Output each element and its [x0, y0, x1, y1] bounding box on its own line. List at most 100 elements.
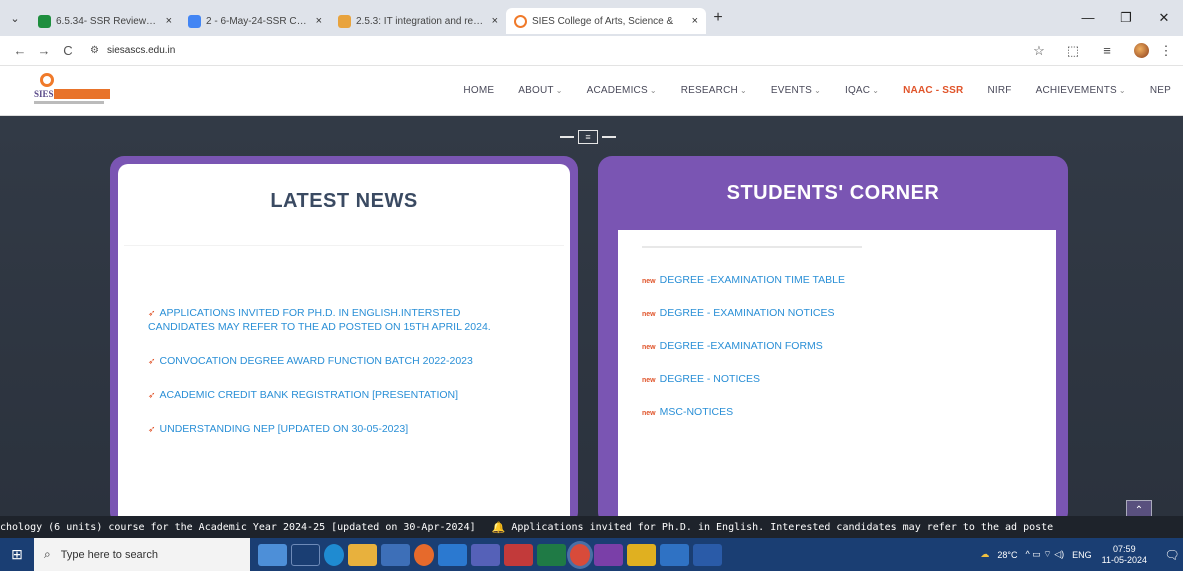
close-icon[interactable]: ×: [492, 15, 498, 27]
divider-line: [560, 136, 574, 138]
nav-naac-ssr[interactable]: NAAC - SSR: [903, 85, 963, 96]
teams-icon[interactable]: [471, 543, 500, 566]
nav-academics[interactable]: ACADEMICS ⌄: [587, 85, 657, 96]
main-nav: HOME ABOUT ⌄ ACADEMICS ⌄ RESEARCH ⌄ EVENTS ⌄…: [439, 85, 1171, 96]
reload-button[interactable]: C: [56, 43, 80, 58]
clock-time: 07:59: [1113, 543, 1136, 554]
new-badge-icon: new: [642, 344, 656, 351]
close-icon[interactable]: ×: [692, 15, 698, 27]
site-info-icon[interactable]: ⚙: [90, 45, 99, 56]
new-badge-icon: new: [642, 410, 656, 417]
news-item[interactable]: ➶ APPLICATIONS INVITED FOR PH.D. IN ENGLI…: [148, 306, 528, 334]
sticky-notes-icon[interactable]: [627, 543, 656, 566]
latest-news-title: LATEST NEWS: [270, 190, 418, 212]
new-tab-button[interactable]: +: [706, 9, 730, 27]
nav-research[interactable]: RESEARCH ⌄: [681, 85, 747, 96]
news-item[interactable]: ➶ CONVOCATION DEGREE AWARD FUNCTION BATCH…: [148, 354, 528, 368]
url-text: siesascs.edu.in: [106, 45, 176, 56]
url-field[interactable]: ⚙ siesascs.edu.in: [90, 45, 175, 56]
firefox-icon[interactable]: [414, 543, 434, 566]
students-item[interactable]: new DEGREE -EXAMINATION FORMS: [642, 340, 845, 352]
nav-nirf[interactable]: NIRF: [987, 85, 1011, 96]
sies-logo[interactable]: SIES: [30, 72, 110, 109]
notification-icon[interactable]: 🗨: [1161, 548, 1183, 562]
section-divider: ≡: [560, 130, 616, 144]
news-ticker[interactable]: chology (6 units) course for the Academi…: [0, 516, 1183, 538]
word-icon[interactable]: [693, 543, 722, 566]
scroll-to-top-button[interactable]: ⌃: [1126, 500, 1152, 516]
browser-tab-4-active[interactable]: SIES College of Arts, Science & ×: [506, 8, 706, 34]
nav-achievements[interactable]: ACHIEVEMENTS ⌄: [1036, 85, 1126, 96]
screen: ⌄ 6.5.34- SSR Review - Google D × 2 - 6-…: [0, 0, 1183, 571]
nav-label: IQAC: [844, 85, 871, 96]
close-icon[interactable]: ×: [166, 15, 172, 27]
tray-icons[interactable]: ^ ▭ ⌔ ◁): [1026, 549, 1065, 560]
nav-label: NAAC - SSR: [903, 85, 964, 96]
nav-iqac[interactable]: IQAC ⌄: [845, 85, 879, 96]
nav-label: ACHIEVEMENTS: [1035, 85, 1117, 96]
nav-events[interactable]: EVENTS ⌄: [771, 85, 821, 96]
weather-temp[interactable]: 28°C: [997, 550, 1017, 560]
task-view-icon[interactable]: [291, 543, 320, 566]
profile-avatar[interactable]: [1134, 43, 1149, 58]
ticker-text-left: chology (6 units) course for the Academi…: [0, 521, 476, 533]
scrolled-item-fade: [642, 246, 862, 248]
logo-subline: [34, 100, 104, 104]
students-item[interactable]: new DEGREE - EXAMINATION NOTICES: [642, 307, 845, 319]
app-icon[interactable]: [504, 543, 533, 566]
back-button[interactable]: ←: [8, 43, 32, 58]
logo-bar: [54, 88, 110, 99]
more-menu-icon[interactable]: ⋮: [1159, 43, 1173, 59]
arrow-bullet-icon: ➶: [148, 390, 156, 400]
arrow-bullet-icon: ➶: [148, 424, 156, 434]
weather-icon: ☁: [980, 549, 990, 559]
bell-icon: 🔔: [491, 521, 506, 534]
close-icon[interactable]: ×: [316, 15, 322, 27]
news-item[interactable]: ➶ UNDERSTANDING NEP [UPDATED ON 30-05-202…: [148, 422, 528, 436]
nav-label: ACADEMICS: [586, 85, 648, 96]
clock-date: 11-05-2024: [1101, 554, 1147, 565]
excel-icon[interactable]: [537, 543, 566, 566]
windows-start-icon[interactable]: ⊞: [0, 546, 34, 563]
close-window-button[interactable]: ✕: [1145, 10, 1183, 26]
edge-icon[interactable]: [324, 543, 344, 566]
news-panel: ➶ APPLICATIONS INVITED FOR PH.D. IN ENGLI…: [124, 245, 564, 516]
restore-button[interactable]: ❐: [1107, 10, 1145, 26]
news-list: ➶ APPLICATIONS INVITED FOR PH.D. IN ENGLI…: [148, 306, 528, 456]
ticker-text-right: Applications invited for Ph.D. in Englis…: [511, 521, 1054, 533]
news-item-text: CONVOCATION DEGREE AWARD FUNCTION BATCH …: [159, 355, 473, 367]
students-item[interactable]: new DEGREE -EXAMINATION TIME TABLE: [642, 274, 845, 286]
widget-app-icon[interactable]: [258, 543, 287, 566]
nav-nep[interactable]: NEP: [1150, 85, 1171, 96]
students-item[interactable]: new DEGREE - NOTICES: [642, 373, 845, 385]
minimize-button[interactable]: —: [1069, 10, 1107, 26]
students-item[interactable]: new MSC-NOTICES: [642, 406, 845, 418]
browser-tab-3[interactable]: 2.5.3: IT integration and reform ×: [330, 8, 506, 34]
nav-home[interactable]: HOME: [463, 85, 494, 96]
mail-icon[interactable]: [438, 543, 467, 566]
taskbar-search[interactable]: ⌕ Type here to search: [34, 538, 250, 571]
bookmark-star-icon[interactable]: ☆: [1022, 43, 1056, 59]
nav-label: NEP: [1149, 85, 1171, 96]
clock[interactable]: 07:59 11-05-2024: [1102, 544, 1147, 566]
browser-tab-2[interactable]: 2 - 6-May-24-SSR Crit 2 - Goo ×: [180, 8, 330, 34]
nav-label: NIRF: [987, 85, 1012, 96]
file-explorer-icon[interactable]: [348, 543, 377, 566]
language-indicator[interactable]: ENG: [1072, 550, 1092, 560]
tab-search-chevron-icon[interactable]: ⌄: [0, 12, 30, 25]
onenote-icon[interactable]: [594, 543, 623, 566]
news-item[interactable]: ➶ ACADEMIC CREDIT BANK REGISTRATION [PRES…: [148, 388, 528, 402]
logo-ring: [40, 72, 54, 87]
store-icon[interactable]: [381, 543, 410, 566]
app-icon[interactable]: [660, 543, 689, 566]
divider-line: [602, 136, 616, 138]
browser-tab-1[interactable]: 6.5.34- SSR Review - Google D ×: [30, 8, 180, 34]
news-card-inner: LATEST NEWS ➶ APPLICATIONS INVITED FOR PH…: [118, 164, 570, 516]
forward-button[interactable]: →: [32, 43, 56, 58]
chrome-icon[interactable]: [570, 543, 590, 566]
reading-list-icon[interactable]: ≡: [1090, 43, 1124, 58]
students-corner-card: STUDENTS' CORNER new DEGREE -EXAMINATION …: [598, 156, 1068, 516]
extensions-icon[interactable]: ⬚: [1056, 43, 1090, 59]
nav-label: ABOUT: [518, 85, 554, 96]
nav-about[interactable]: ABOUT ⌄: [518, 85, 562, 96]
